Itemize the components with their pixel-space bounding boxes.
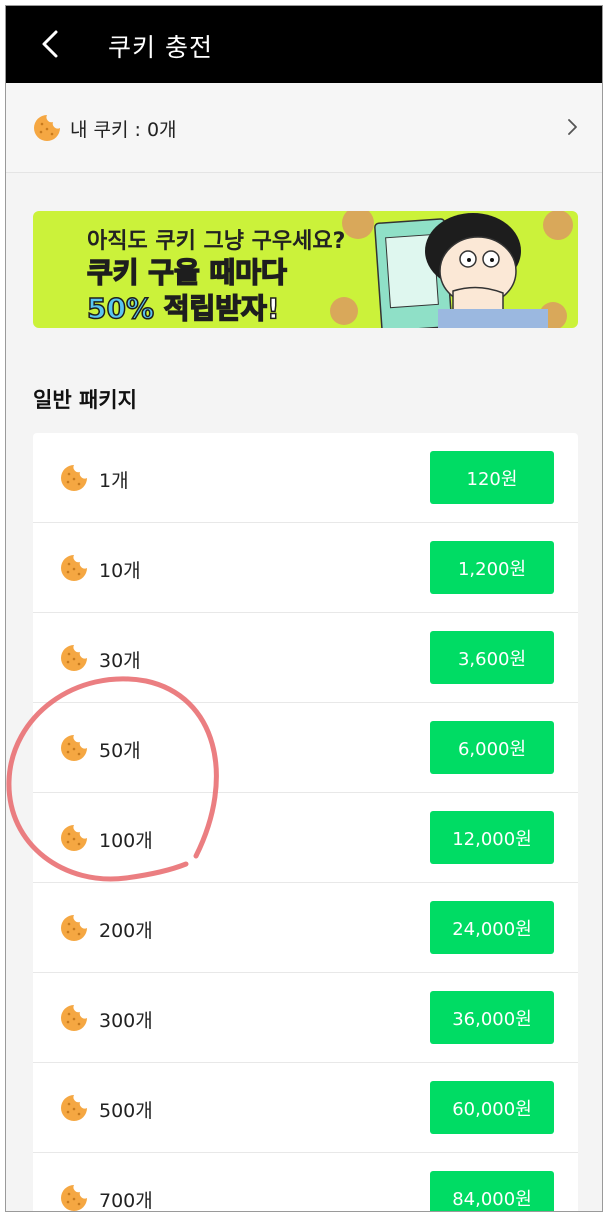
cookie-icon (61, 1005, 87, 1031)
cookie-icon (61, 825, 87, 851)
banner-line-3: 50% 적립받자! (86, 287, 281, 327)
package-row: 30개 3,600원 (33, 613, 578, 703)
buy-button[interactable]: 1,200원 (430, 541, 554, 594)
buy-button[interactable]: 24,000원 (430, 901, 554, 954)
cookie-icon (34, 115, 60, 141)
package-row: 700개 84,000원 (33, 1153, 578, 1212)
cookie-icon (61, 1095, 87, 1121)
cookie-icon (61, 645, 87, 671)
package-quantity: 300개 (99, 1010, 153, 1032)
buy-button[interactable]: 12,000원 (430, 811, 554, 864)
chevron-right-icon (568, 119, 577, 135)
back-button[interactable] (32, 24, 72, 64)
package-row: 200개 24,000원 (33, 883, 578, 973)
cookie-icon (61, 555, 87, 581)
package-quantity: 700개 (99, 1190, 153, 1212)
cookie-icon (61, 735, 87, 761)
banner-line-2: 쿠키 구울 때마다 (86, 255, 287, 290)
package-quantity: 100개 (99, 830, 153, 852)
buy-button[interactable]: 60,000원 (430, 1081, 554, 1134)
banner-line-3-tail: 받자! (215, 291, 281, 326)
package-row: 10개 1,200원 (33, 523, 578, 613)
package-list: 1개 120원 10개 1,200원 30개 3,600원 50개 6,000원 100개 12,… (33, 433, 578, 1212)
package-quantity: 30개 (99, 650, 141, 672)
buy-button[interactable]: 36,000원 (430, 991, 554, 1044)
banner-line-3-highlight: 50% 적립 (86, 291, 216, 326)
package-row: 1개 120원 (33, 433, 578, 523)
package-row: 100개 12,000원 (33, 793, 578, 883)
cookie-icon (61, 1185, 87, 1211)
buy-button[interactable]: 6,000원 (430, 721, 554, 774)
package-quantity: 1개 (99, 470, 129, 492)
buy-button[interactable]: 3,600원 (430, 631, 554, 684)
banner-illustration (330, 211, 573, 328)
buy-button[interactable]: 84,000원 (430, 1171, 554, 1211)
buy-button[interactable]: 120원 (430, 451, 554, 504)
package-row: 50개 6,000원 (33, 703, 578, 793)
package-row: 500개 60,000원 (33, 1063, 578, 1153)
package-quantity: 50개 (99, 740, 141, 762)
app-frame: 쿠키 충전 내 쿠키 : 0개 아직도 쿠키 그냥 구우세요? 쿠키 구울 때마… (5, 5, 603, 1212)
cookie-icon (61, 465, 87, 491)
my-cookie-count: 내 쿠키 : 0개 (70, 119, 177, 141)
package-quantity: 10개 (99, 560, 141, 582)
package-quantity: 200개 (99, 920, 153, 942)
package-row: 300개 36,000원 (33, 973, 578, 1063)
section-title: 일반 패키지 (33, 388, 137, 412)
chevron-left-icon (42, 30, 58, 58)
my-cookie-row[interactable]: 내 쿠키 : 0개 (6, 83, 602, 173)
page-title: 쿠키 충전 (108, 33, 213, 62)
cookie-icon (61, 915, 87, 941)
top-header: 쿠키 충전 (6, 6, 602, 83)
package-quantity: 500개 (99, 1100, 153, 1122)
promo-banner[interactable]: 아직도 쿠키 그냥 구우세요? 쿠키 구울 때마다 50% 적립받자! (33, 211, 578, 328)
